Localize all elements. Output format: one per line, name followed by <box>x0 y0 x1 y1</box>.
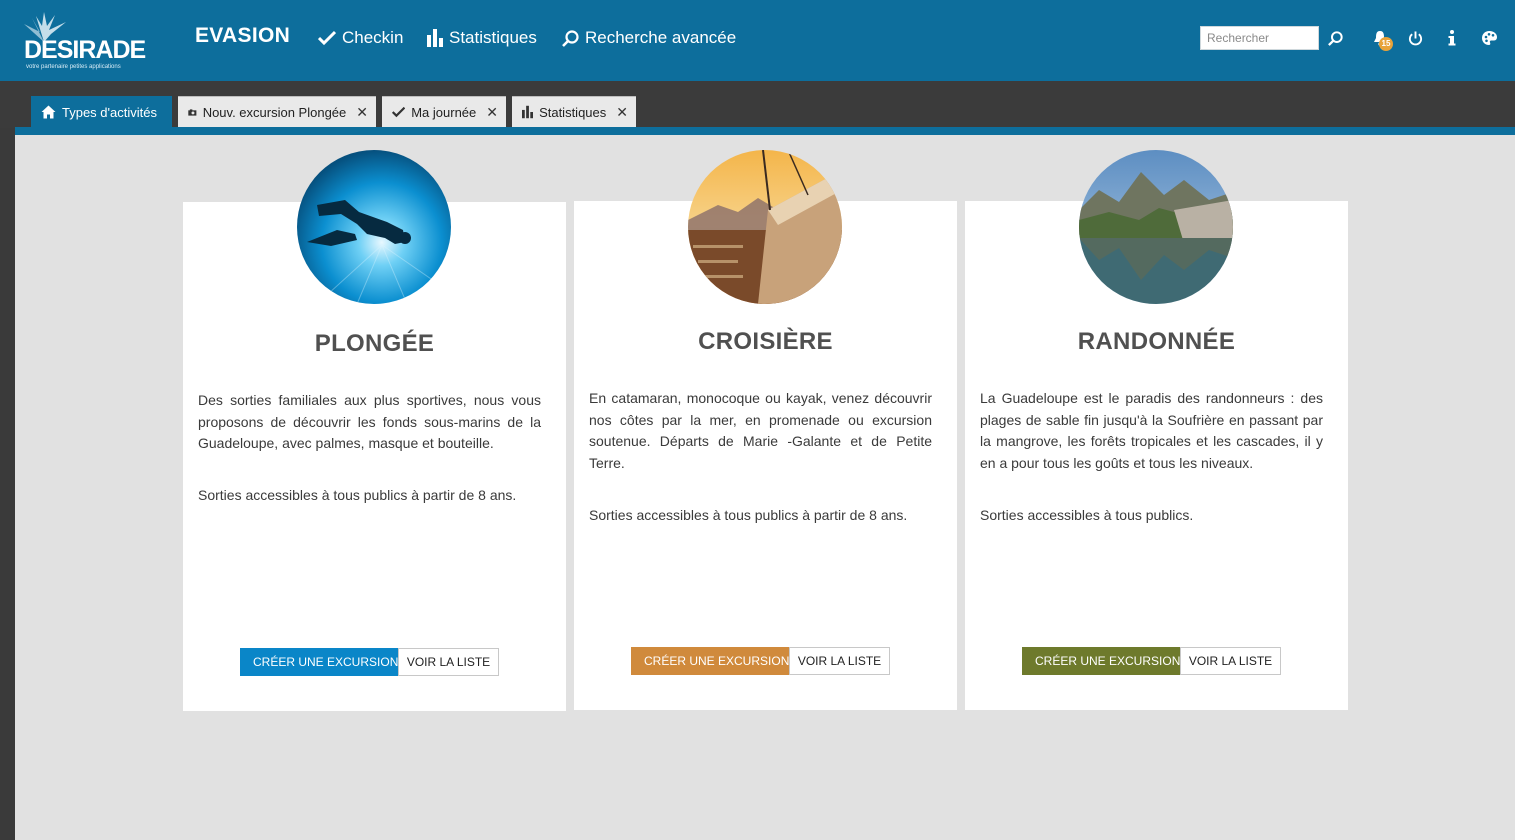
nav-recherche-avancee[interactable]: Recherche avancée <box>562 28 736 48</box>
nav-checkin-label: Checkin <box>342 28 404 47</box>
card-description: En catamaran, monocoque ou kayak, venez … <box>589 390 932 472</box>
home-icon <box>41 105 56 119</box>
card-title: RANDONNÉE <box>1077 328 1236 355</box>
tab-nouv-excursion[interactable]: Nouv. excursion Plongée ✕ <box>178 96 376 127</box>
view-list-button[interactable]: VOIR LA LISTE <box>1180 647 1281 675</box>
card-title: CROISIÈRE <box>698 328 833 355</box>
info-icon <box>1448 30 1456 46</box>
nav-statistiques[interactable]: Statistiques <box>427 28 537 48</box>
create-excursion-button[interactable]: CRÉER UNE EXCURSION <box>1022 647 1194 675</box>
view-list-button[interactable]: VOIR LA LISTE <box>789 647 890 675</box>
search-input[interactable] <box>1200 26 1319 50</box>
tab-types-activites[interactable]: Types d'activités <box>31 96 172 127</box>
view-list-button[interactable]: VOIR LA LISTE <box>398 648 499 676</box>
create-excursion-button[interactable]: CRÉER UNE EXCURSION <box>240 648 412 676</box>
check-icon <box>392 106 406 118</box>
theme-button[interactable] <box>1479 28 1499 48</box>
logo-text: DESIRADE <box>24 36 146 64</box>
card-note: Sorties accessibles à tous publics à par… <box>589 507 908 523</box>
search-icon <box>562 29 579 47</box>
close-icon[interactable]: ✕ <box>356 104 368 121</box>
camera-icon <box>188 108 197 116</box>
mountain-lake-photo <box>1079 150 1233 304</box>
card-description: La Guadeloupe est le paradis des randonn… <box>980 390 1323 472</box>
nav-recherche-label: Recherche avancée <box>585 28 737 47</box>
tab-types-activites-label: Types d'activités <box>62 104 157 120</box>
app-name: EVASION <box>195 24 291 47</box>
sailboat-photo <box>688 150 842 304</box>
create-excursion-button[interactable]: CRÉER UNE EXCURSION <box>631 647 803 675</box>
bar-chart-icon <box>522 105 534 119</box>
top-header: DESIRADE votre partenaire petites applic… <box>0 0 1515 81</box>
search-icon <box>1327 30 1343 46</box>
close-icon[interactable]: ✕ <box>486 104 498 121</box>
bar-chart-icon <box>427 29 443 47</box>
search-button[interactable] <box>1325 28 1345 48</box>
check-icon <box>318 30 336 46</box>
notification-badge: 15 <box>1379 37 1393 51</box>
info-button[interactable] <box>1442 28 1462 48</box>
nav-checkin[interactable]: Checkin <box>318 28 403 48</box>
close-icon[interactable]: ✕ <box>616 104 628 121</box>
power-button[interactable] <box>1405 28 1425 48</box>
nav-statistiques-label: Statistiques <box>449 28 537 47</box>
tab-statistiques[interactable]: Statistiques ✕ <box>512 96 636 127</box>
diver-photo <box>297 150 451 304</box>
tab-ma-journee[interactable]: Ma journée ✕ <box>382 96 506 127</box>
tab-statistiques-label: Statistiques <box>539 104 607 120</box>
tab-underline <box>15 127 1515 135</box>
card-title: PLONGÉE <box>314 330 435 357</box>
logo-tagline: votre partenaire petites applications <box>26 64 121 70</box>
tab-nouv-excursion-label: Nouv. excursion Plongée <box>202 104 347 120</box>
card-note: Sorties accessibles à tous publics. <box>980 507 1194 523</box>
card-description: Des sorties familiales aux plus sportive… <box>198 392 541 452</box>
power-icon <box>1408 30 1422 45</box>
notifications-button[interactable]: 15 <box>1370 28 1393 51</box>
desirade-logo[interactable]: DESIRADE votre partenaire petites applic… <box>22 12 146 72</box>
tab-ma-journee-label: Ma journée <box>411 104 477 120</box>
palette-icon <box>1481 31 1497 45</box>
card-note: Sorties accessibles à tous publics à par… <box>198 487 517 503</box>
